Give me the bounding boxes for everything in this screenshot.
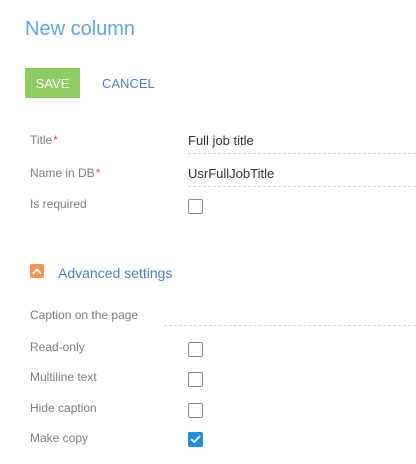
multiline-text-label: Multiline text (30, 370, 97, 384)
caption-on-page-input[interactable] (164, 325, 416, 326)
chevron-up-icon (32, 268, 42, 274)
checkmark-icon (190, 435, 201, 443)
read-only-checkbox[interactable] (188, 342, 203, 357)
caption-on-page-label: Caption on the page (30, 308, 139, 322)
required-mark: * (95, 166, 101, 180)
hide-caption-label: Hide caption (30, 401, 97, 415)
hide-caption-checkbox[interactable] (188, 403, 203, 418)
name-in-db-label-text: Name in DB (30, 166, 95, 180)
read-only-label: Read-only (30, 340, 85, 354)
title-input[interactable]: Full job title (188, 133, 416, 154)
make-copy-checkbox[interactable] (188, 432, 203, 447)
advanced-settings-title[interactable]: Advanced settings (58, 265, 172, 281)
is-required-checkbox[interactable] (188, 199, 203, 214)
cancel-button[interactable]: CANCEL (102, 68, 155, 98)
title-label-text: Title (30, 133, 53, 147)
required-mark: * (53, 133, 58, 147)
make-copy-label: Make copy (30, 431, 89, 445)
title-label: Title* (30, 133, 58, 147)
is-required-label: Is required (30, 197, 87, 211)
page-title: New column (25, 18, 136, 40)
name-in-db-input[interactable]: UsrFullJobTitle (188, 166, 416, 187)
save-button[interactable]: SAVE (25, 68, 80, 98)
advanced-settings-toggle[interactable] (30, 264, 44, 278)
multiline-text-checkbox[interactable] (188, 372, 203, 387)
name-in-db-label: Name in DB* (30, 166, 100, 180)
